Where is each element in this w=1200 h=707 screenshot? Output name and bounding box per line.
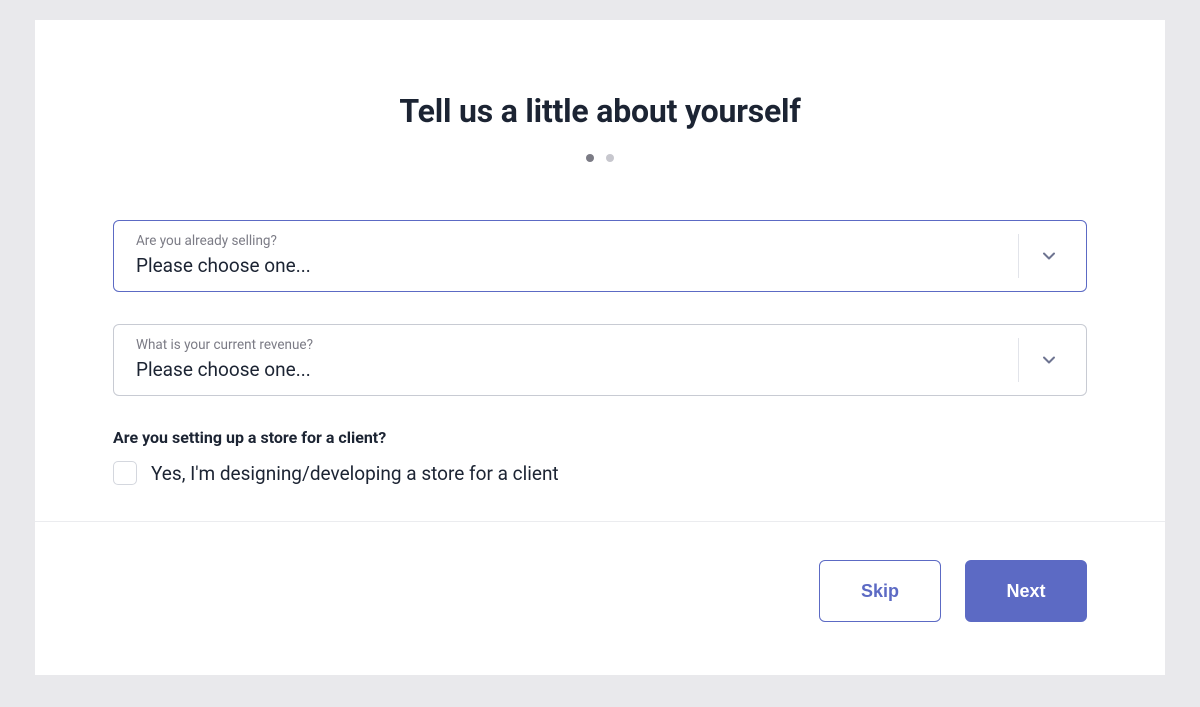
checkbox-row: Yes, I'm designing/developing a store fo… <box>113 461 1087 485</box>
dropdown-value: Please choose one... <box>136 254 996 279</box>
client-question-label: Are you setting up a store for a client? <box>113 428 1087 447</box>
dropdown-label: What is your current revenue? <box>136 337 996 355</box>
chevron-down-icon[interactable] <box>1018 234 1078 278</box>
dropdown-body[interactable]: What is your current revenue? Please cho… <box>114 337 1018 382</box>
dropdown-body[interactable]: Are you already selling? Please choose o… <box>114 233 1018 278</box>
client-checkbox-label[interactable]: Yes, I'm designing/developing a store fo… <box>151 462 559 485</box>
onboarding-card: Tell us a little about yourself Are you … <box>35 20 1165 675</box>
skip-button[interactable]: Skip <box>819 560 941 622</box>
step-dot-2 <box>606 154 614 162</box>
client-question-block: Are you setting up a store for a client?… <box>113 428 1087 485</box>
page-title: Tell us a little about yourself <box>35 92 1165 130</box>
step-dot-1 <box>586 154 594 162</box>
chevron-down-icon[interactable] <box>1018 338 1078 382</box>
dropdown-value: Please choose one... <box>136 358 996 383</box>
next-button[interactable]: Next <box>965 560 1087 622</box>
dropdown-label: Are you already selling? <box>136 233 996 251</box>
step-indicator <box>35 154 1165 162</box>
already-selling-dropdown[interactable]: Are you already selling? Please choose o… <box>113 220 1087 292</box>
footer: Skip Next <box>35 521 1165 662</box>
client-checkbox[interactable] <box>113 461 137 485</box>
current-revenue-dropdown[interactable]: What is your current revenue? Please cho… <box>113 324 1087 396</box>
header: Tell us a little about yourself <box>35 20 1165 162</box>
form-area: Are you already selling? Please choose o… <box>35 162 1165 485</box>
